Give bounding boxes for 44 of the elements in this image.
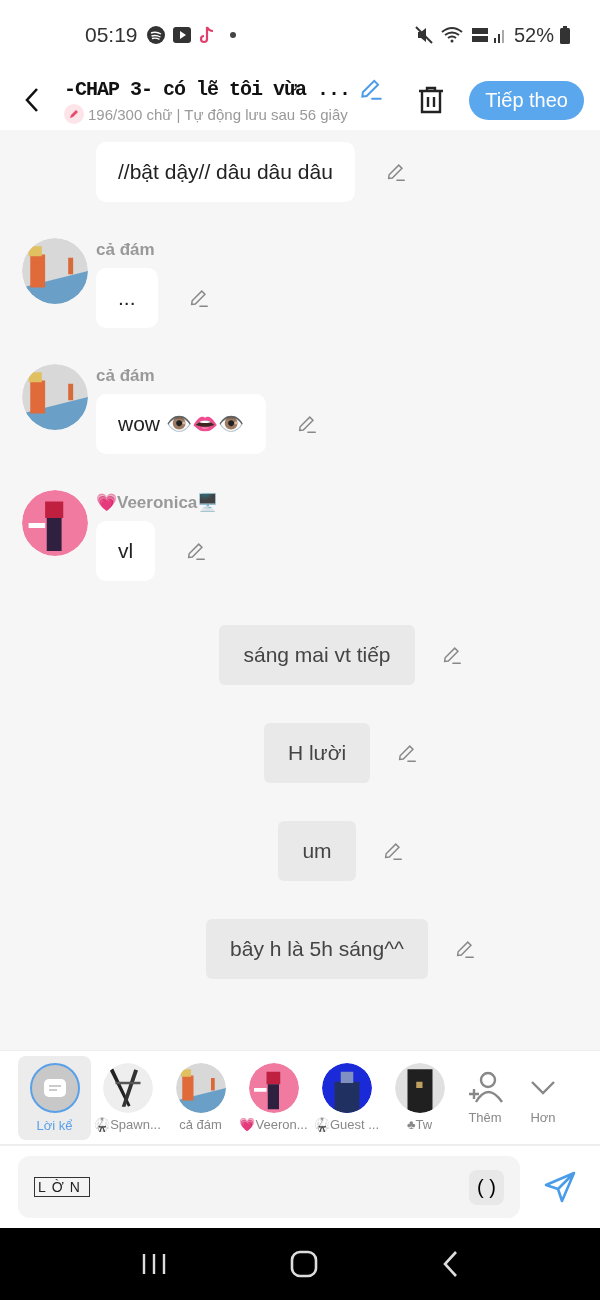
message-input[interactable]: LỜN ( ) — [18, 1156, 520, 1218]
input-text: LỜN — [34, 1177, 90, 1197]
home-icon[interactable] — [290, 1250, 318, 1278]
mute-icon — [413, 25, 434, 45]
message-bubble: vl — [96, 521, 156, 581]
narration-bubble: bây h là 5h sáng^^ — [206, 919, 428, 979]
recent-apps-icon[interactable] — [141, 1252, 168, 1276]
wifi-icon — [439, 25, 464, 45]
add-character-button[interactable]: Thêm — [456, 1070, 514, 1125]
narration-bubble: sáng mai vt tiếp — [219, 625, 415, 685]
pencil-badge-icon — [64, 104, 84, 124]
brackets-button[interactable]: ( ) — [469, 1169, 504, 1205]
clock: 05:19 — [85, 23, 138, 47]
narration-bubble: um — [278, 821, 356, 881]
next-button[interactable]: Tiếp theo — [469, 80, 584, 120]
character-option[interactable]: cả đám — [164, 1055, 237, 1140]
notification-dot — [229, 32, 236, 38]
character-name: 💗Veeronica🖥 — [96, 492, 219, 513]
narration-bubble: H lười — [263, 723, 371, 783]
add-person-icon — [467, 1070, 503, 1104]
word-count: 196/300 chữ | Tự động lưu sau 56 giây — [88, 105, 348, 123]
character-option[interactable]: 🥋Guest ... — [310, 1055, 383, 1140]
edit-icon[interactable] — [185, 540, 208, 562]
send-icon[interactable] — [542, 1169, 578, 1205]
character-name: cả đám — [96, 366, 156, 386]
music-note-icon — [197, 25, 216, 45]
video-app-icon — [171, 25, 192, 45]
character-name: cả đám — [96, 240, 156, 260]
more-button[interactable]: Hơn — [514, 1070, 572, 1125]
narrator-icon — [28, 1062, 81, 1114]
character-option[interactable]: 💗Veeron... — [237, 1055, 310, 1140]
message-bubble: ... — [96, 268, 158, 328]
chapter-title: -CHAP 3- có lẽ tôi vừa ... — [64, 77, 351, 101]
character-option[interactable]: ♣Tw — [383, 1055, 456, 1140]
battery-icon — [560, 26, 570, 44]
delete-icon[interactable] — [417, 85, 446, 115]
music-app-icon — [145, 25, 166, 45]
message-bubble: wow 👁👄👁 — [96, 394, 266, 454]
character-option[interactable]: 🥋Spawn... — [91, 1055, 164, 1140]
character-option[interactable]: Lời kể — [18, 1055, 91, 1140]
edit-icon[interactable] — [396, 742, 419, 764]
back-icon[interactable] — [24, 87, 40, 113]
battery-level: 52% — [513, 23, 554, 47]
message-bubble: //bật dậy// dâu dâu dâu — [96, 142, 355, 202]
